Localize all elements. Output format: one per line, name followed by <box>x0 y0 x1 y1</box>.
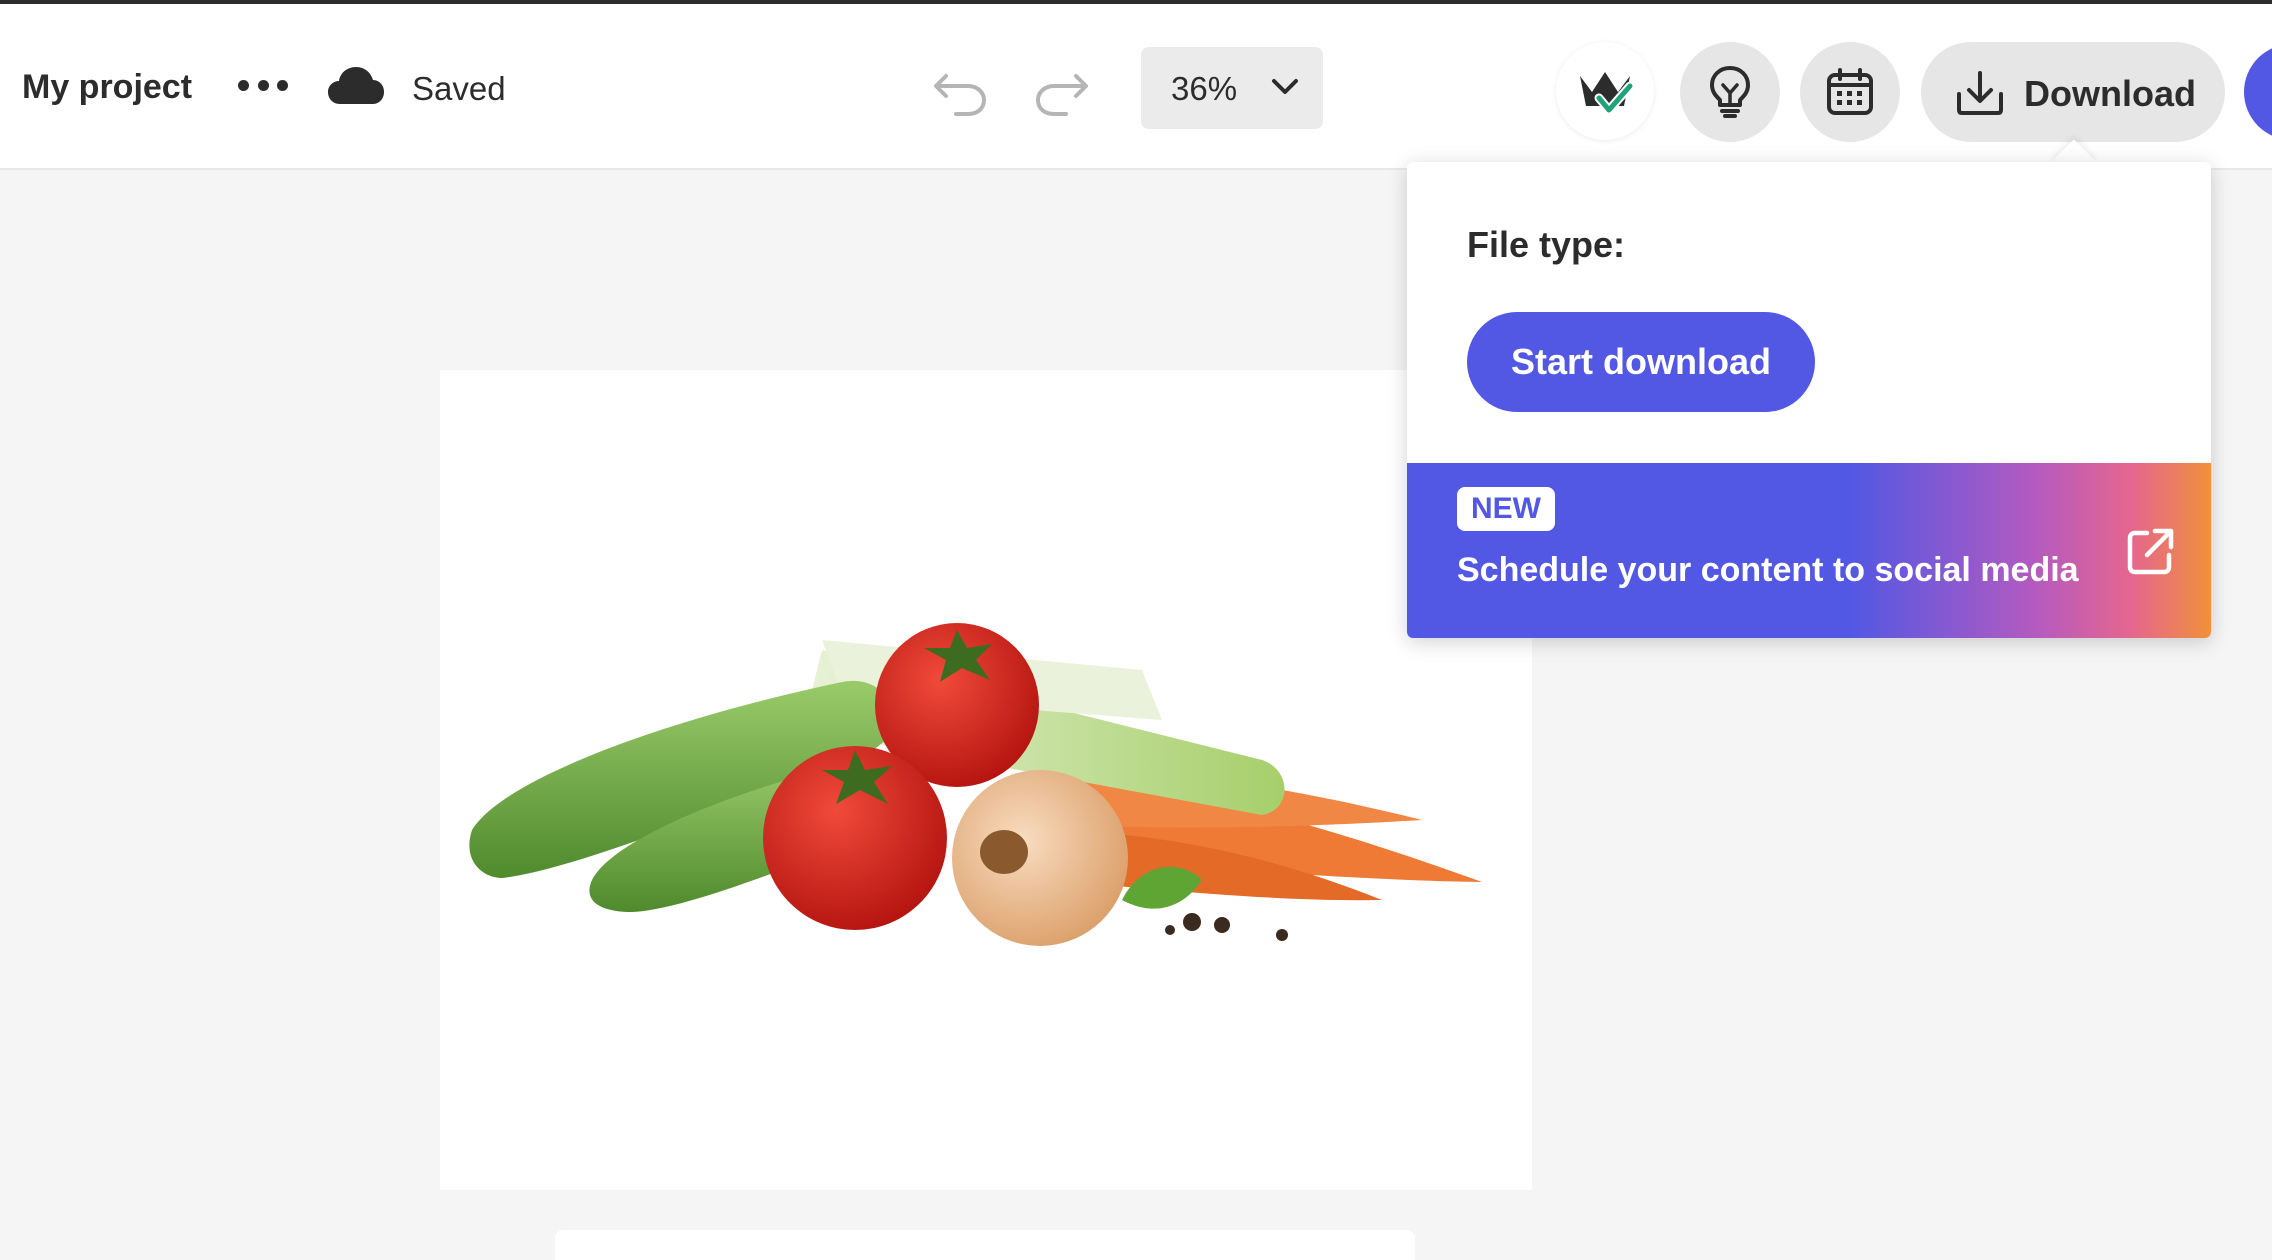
save-status: Saved <box>412 70 506 107</box>
ideas-button[interactable] <box>1680 42 1780 142</box>
share-button[interactable] <box>2244 44 2272 140</box>
schedule-button[interactable] <box>1800 42 1900 142</box>
download-popover: File type: Start download NEW Schedule y… <box>1407 162 2211 638</box>
more-icon <box>238 79 249 91</box>
schedule-promo-banner[interactable]: NEW Schedule your content to social medi… <box>1407 463 2211 638</box>
undo-button[interactable] <box>932 64 992 120</box>
zoom-value: 36% <box>1171 70 1238 107</box>
crown-check-icon <box>1580 72 1633 115</box>
external-link-icon[interactable] <box>2125 527 2175 577</box>
zoom-select[interactable]: 36% <box>1141 47 1323 129</box>
download-icon <box>1957 71 2003 115</box>
top-toolbar: My project Saved 36% Download <box>0 4 2272 170</box>
project-title[interactable]: My project <box>22 68 192 107</box>
redo-icon <box>1035 74 1088 116</box>
download-button[interactable]: Download <box>1921 42 2225 142</box>
more-options-button[interactable] <box>238 70 288 100</box>
more-icon-dot <box>277 79 288 91</box>
start-download-button[interactable]: Start download <box>1467 312 1815 412</box>
download-label: Download <box>2024 73 2196 114</box>
chevron-down-icon <box>1272 79 1298 94</box>
next-page-preview[interactable] <box>555 1230 1415 1260</box>
premium-button[interactable] <box>1556 42 1654 140</box>
cloud-icon <box>328 67 384 104</box>
redo-button[interactable] <box>1030 64 1090 120</box>
file-type-label: File type: <box>1467 224 1626 265</box>
more-icon-dot <box>257 79 269 91</box>
promo-text: Schedule your content to social media <box>1457 551 2079 589</box>
new-badge: NEW <box>1457 487 1555 531</box>
undo-icon <box>934 74 987 116</box>
vegetables-image[interactable] <box>462 620 1492 960</box>
calendar-icon <box>1827 68 1873 115</box>
lightbulb-icon <box>1710 66 1750 118</box>
